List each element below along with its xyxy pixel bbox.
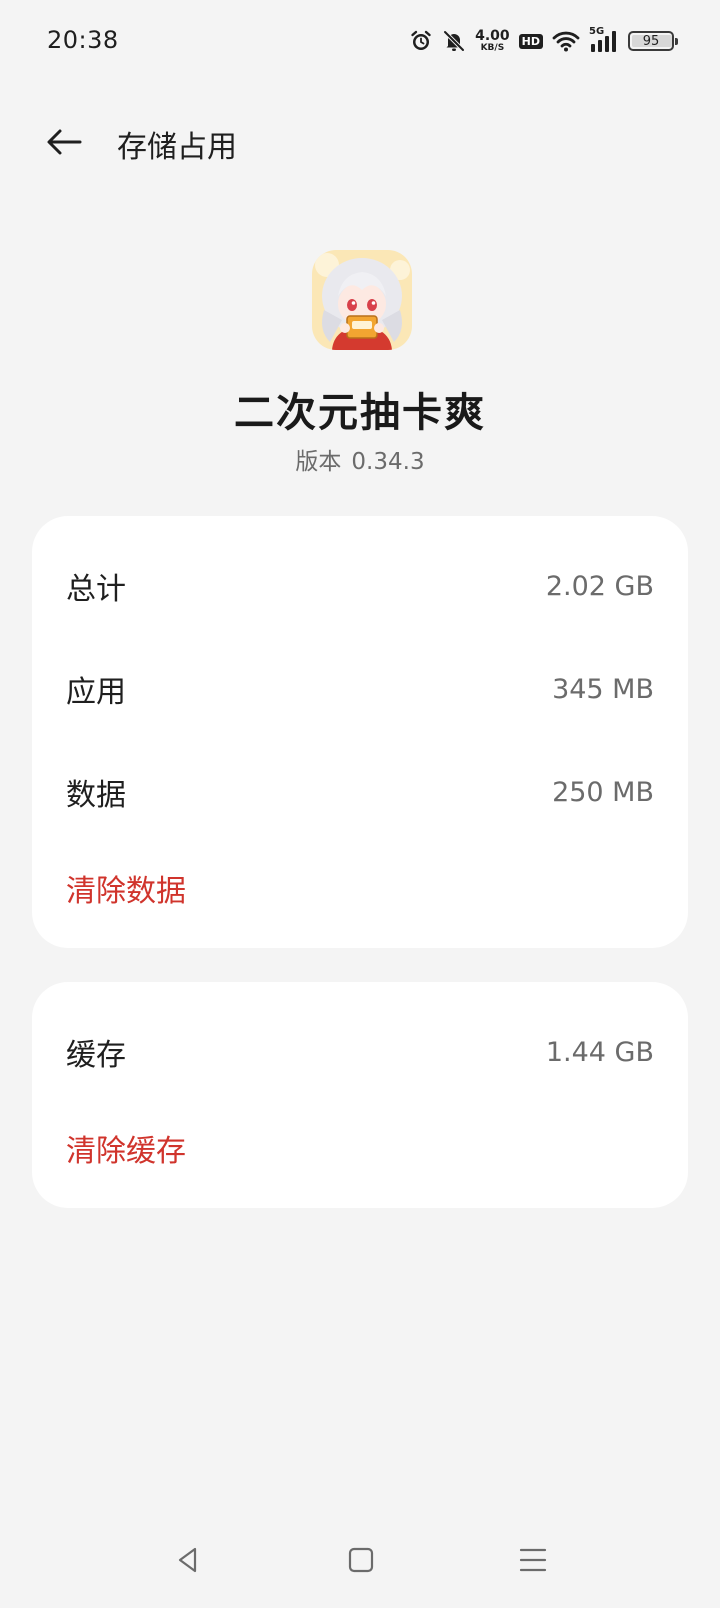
net-speed-unit: KB/S <box>480 43 505 53</box>
page-title: 存储占用 <box>117 130 237 165</box>
app-name: 二次元抽卡爽 <box>234 390 486 436</box>
cache-value: 1.44 GB <box>545 1036 654 1068</box>
back-button[interactable] <box>40 118 88 166</box>
app-size-value: 345 MB <box>552 673 654 705</box>
mute-bell-icon <box>442 29 466 53</box>
nav-home-button[interactable] <box>337 1536 385 1584</box>
net-speed-value: 4.00 <box>475 28 510 44</box>
triangle-back-icon <box>178 1547 197 1573</box>
app-version: 版本 0.34.3 <box>0 442 720 476</box>
arrow-left-icon <box>47 129 82 155</box>
clear-data-button[interactable]: 清除数据 <box>66 866 186 910</box>
version-label: 版本 <box>295 449 342 475</box>
clear-cache-button[interactable]: 清除缓存 <box>66 1126 186 1170</box>
alarm-icon <box>409 29 433 53</box>
header: 存储占用 <box>0 110 720 174</box>
menu-recents-icon <box>519 1548 547 1572</box>
square-home-icon <box>348 1547 374 1573</box>
status-icons: 4.00 KB/S HD 5G 95 <box>409 26 678 56</box>
signal-icon: 5G <box>589 26 619 53</box>
storage-card: 总计 2.02 GB 应用 345 MB 数据 250 MB 清除数据 <box>32 516 688 948</box>
total-value: 2.02 GB <box>545 570 654 602</box>
app-size-row: 应用 345 MB <box>66 669 654 711</box>
navigation-bar <box>0 1498 720 1608</box>
total-label: 总计 <box>66 572 126 607</box>
total-row: 总计 2.02 GB <box>66 566 654 608</box>
hd-icon: HD <box>518 33 543 49</box>
network-type-label: 5G <box>589 26 605 37</box>
status-bar: 20:38 4.00 KB/S HD 5G 95 <box>0 0 720 84</box>
app-icon <box>312 250 412 350</box>
data-size-row: 数据 250 MB <box>66 772 654 814</box>
status-time: 20:38 <box>47 26 119 54</box>
battery-icon: 95 <box>628 31 678 51</box>
data-size-value: 250 MB <box>552 776 654 808</box>
nav-recents-button[interactable] <box>509 1536 557 1584</box>
cache-row: 缓存 1.44 GB <box>66 1032 654 1074</box>
data-size-label: 数据 <box>66 778 126 813</box>
cache-card: 缓存 1.44 GB 清除缓存 <box>32 982 688 1208</box>
app-size-label: 应用 <box>66 675 126 710</box>
cache-label: 缓存 <box>66 1038 126 1073</box>
wifi-icon <box>552 30 580 52</box>
version-number: 0.34.3 <box>351 449 425 475</box>
nav-back-button[interactable] <box>164 1536 212 1584</box>
net-speed: 4.00 KB/S <box>475 29 510 53</box>
battery-level: 95 <box>642 33 660 49</box>
